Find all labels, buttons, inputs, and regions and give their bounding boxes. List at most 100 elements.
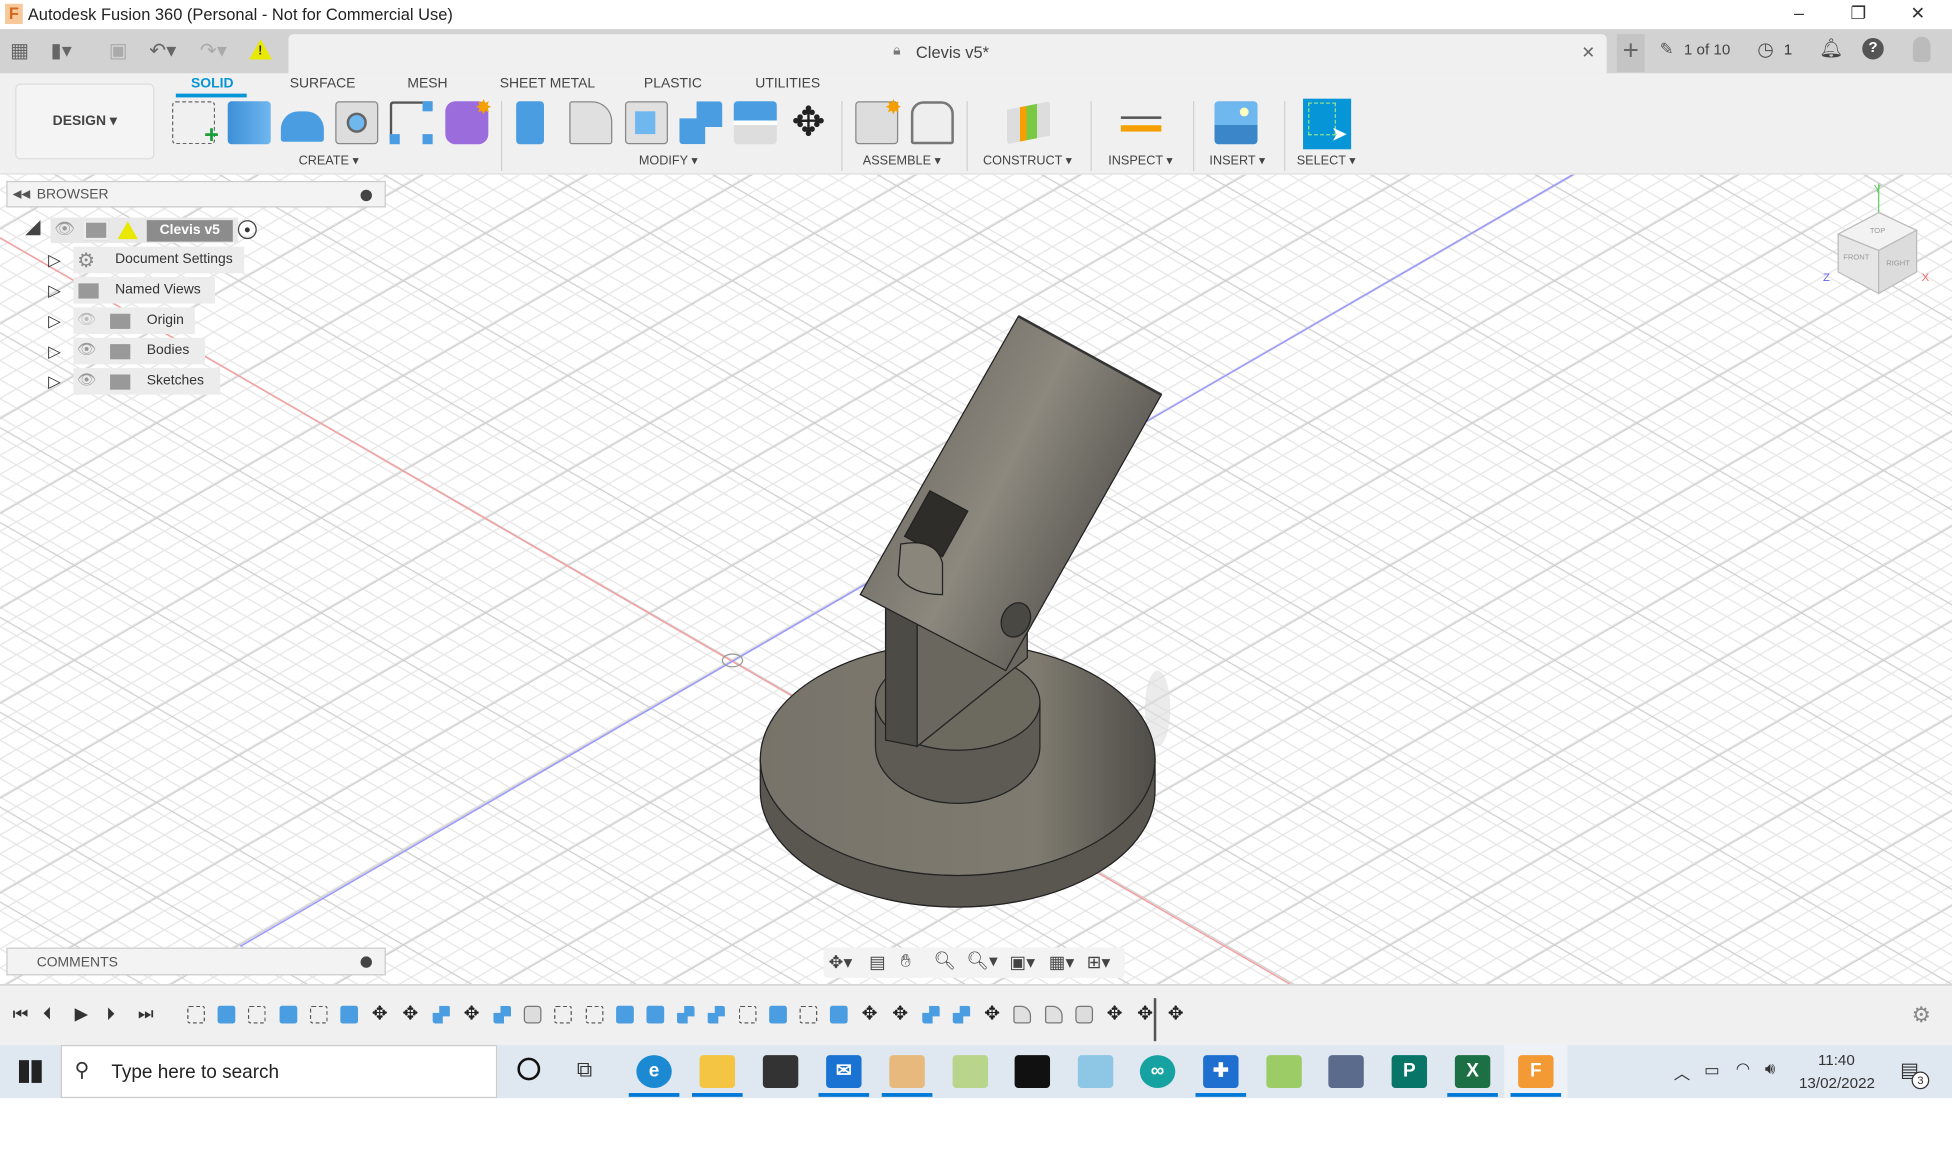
- timeline-sketch-feature[interactable]: [187, 1005, 205, 1024]
- go-to-start-button[interactable]: ⏮: [13, 1003, 29, 1025]
- press-pull-icon[interactable]: [516, 101, 544, 145]
- tree-item-sketches[interactable]: ▷ 👁︎ Sketches: [0, 368, 253, 396]
- add-comment-icon[interactable]: [360, 956, 372, 968]
- play-button[interactable]: ▶: [75, 1003, 89, 1025]
- grid-settings-icon[interactable]: ▦▾: [1049, 951, 1075, 973]
- 3d-viewport[interactable]: TOP FRONT RIGHT Y X Z ◀◀ BROWSER 👁︎ Clev…: [0, 174, 1952, 985]
- tab-plastic[interactable]: PLASTIC: [644, 76, 702, 91]
- tab-mesh[interactable]: MESH: [407, 76, 447, 91]
- insert-image-icon[interactable]: [1214, 101, 1258, 145]
- timeline-sketch-feature[interactable]: [799, 1005, 818, 1024]
- help-icon[interactable]: ?: [1862, 37, 1884, 60]
- file-explorer-icon[interactable]: [699, 1055, 736, 1088]
- timeline-sketch-feature[interactable]: [585, 1005, 603, 1024]
- visibility-eye-icon[interactable]: 👁︎: [54, 219, 75, 239]
- timeline-combine-feature[interactable]: [707, 1005, 726, 1024]
- comments-panel-header[interactable]: COMMENTS: [6, 947, 386, 976]
- workspace-dropdown[interactable]: DESIGN ▾: [15, 83, 155, 160]
- zoom-icon[interactable]: 🔍︎: [934, 950, 956, 972]
- select-group-label[interactable]: SELECT ▾: [1297, 154, 1356, 168]
- clock-icon[interactable]: ◷: [1757, 38, 1774, 61]
- fusion-360-taskbar-icon[interactable]: F: [1518, 1055, 1554, 1088]
- timeline-fillet-feature[interactable]: [1013, 1005, 1032, 1024]
- terminal-icon[interactable]: [1014, 1055, 1051, 1088]
- timeline-hole-feature[interactable]: [523, 1005, 542, 1024]
- timeline-extrude-feature[interactable]: [279, 1005, 297, 1024]
- timeline-move-feature[interactable]: ✥: [1167, 1004, 1185, 1024]
- taskbar-search-box[interactable]: ⚲ Type here to search: [60, 1044, 498, 1099]
- battery-icon[interactable]: ▭: [1704, 1060, 1720, 1080]
- mail-icon[interactable]: ✉: [826, 1055, 862, 1088]
- clock-time[interactable]: 11:40: [1818, 1051, 1855, 1069]
- collapse-arrow-icon[interactable]: [25, 220, 41, 236]
- wifi-icon[interactable]: ◠: [1736, 1059, 1750, 1079]
- root-component-name[interactable]: Clevis v5: [146, 220, 233, 242]
- new-component-icon[interactable]: ✸: [855, 97, 902, 145]
- orbit-icon[interactable]: ✥▾: [829, 951, 853, 973]
- timeline-extrude-feature[interactable]: [340, 1005, 359, 1024]
- close-window-button[interactable]: ✕: [1893, 3, 1944, 28]
- create-group-label[interactable]: CREATE ▾: [299, 154, 359, 168]
- minimize-button[interactable]: –: [1774, 3, 1825, 28]
- history-count[interactable]: 1: [1784, 40, 1792, 58]
- expand-arrow-icon[interactable]: ▷: [48, 372, 61, 392]
- look-at-icon[interactable]: ▤: [869, 951, 886, 973]
- hole-icon[interactable]: [335, 101, 379, 145]
- display-settings-icon[interactable]: ▣▾: [1010, 951, 1036, 973]
- tree-root[interactable]: 👁︎ Clevis v5 ●: [0, 216, 380, 244]
- joint-icon[interactable]: [910, 101, 954, 145]
- app-icon[interactable]: [1077, 1055, 1114, 1088]
- timeline-sketch-feature[interactable]: [738, 1005, 757, 1024]
- clock-date[interactable]: 13/02/2022: [1799, 1074, 1875, 1092]
- arduino-icon[interactable]: ∞: [1139, 1055, 1176, 1088]
- revolve-icon[interactable]: [280, 111, 324, 142]
- timeline-move-feature[interactable]: ✥: [371, 1004, 389, 1024]
- cortana-icon[interactable]: [517, 1057, 541, 1081]
- task-view-icon[interactable]: ⧉: [577, 1058, 592, 1083]
- assemble-group-label[interactable]: ASSEMBLE ▾: [863, 154, 941, 168]
- split-body-icon[interactable]: [733, 101, 777, 145]
- app-icon[interactable]: [1266, 1055, 1302, 1088]
- combine-icon[interactable]: [679, 101, 723, 145]
- expand-arrow-icon[interactable]: ▷: [48, 342, 61, 362]
- paint-icon[interactable]: [889, 1055, 925, 1088]
- timeline-marker[interactable]: [1153, 998, 1157, 1042]
- timeline-move-feature[interactable]: ✥: [463, 1004, 481, 1024]
- publisher-icon[interactable]: P: [1391, 1055, 1428, 1088]
- tree-item-named-views[interactable]: ▷ Named Views: [0, 277, 253, 305]
- show-hidden-icons[interactable]: ︿: [1674, 1060, 1690, 1084]
- activate-radio-icon[interactable]: ●: [237, 220, 257, 240]
- measure-icon[interactable]: [1120, 116, 1162, 132]
- view-cube-front[interactable]: FRONT: [1843, 252, 1869, 261]
- tree-item-origin[interactable]: ▷ 👁︎ Origin: [0, 307, 253, 335]
- document-tab[interactable]: 🔒︎ Clevis v5* ✕: [288, 34, 1607, 74]
- user-avatar[interactable]: [1912, 36, 1931, 62]
- job-status-icon[interactable]: ✎: [1660, 39, 1674, 59]
- offset-plane-icon[interactable]: [1007, 101, 1051, 145]
- tab-utilities[interactable]: UTILITIES: [755, 76, 820, 91]
- app-icon[interactable]: ✚: [1203, 1055, 1239, 1088]
- calculator-icon[interactable]: [1328, 1055, 1364, 1088]
- tab-surface[interactable]: SURFACE: [290, 76, 356, 91]
- timeline-combine-feature[interactable]: [493, 1005, 512, 1024]
- timeline-move-feature[interactable]: ✥: [891, 1004, 909, 1024]
- fillet-icon[interactable]: [569, 101, 613, 145]
- timeline-sketch-feature[interactable]: [309, 1005, 328, 1024]
- restore-button[interactable]: ❐: [1833, 3, 1884, 28]
- timeline-sketch-feature[interactable]: [554, 1005, 573, 1024]
- inspect-group-label[interactable]: INSPECT ▾: [1108, 154, 1172, 168]
- timeline-fillet-feature[interactable]: [1044, 1005, 1063, 1024]
- timeline-combine-feature[interactable]: [952, 1005, 971, 1024]
- timeline-extrude-feature[interactable]: [768, 1005, 787, 1024]
- viewports-icon[interactable]: ⊞▾: [1087, 951, 1111, 973]
- timeline-move-feature[interactable]: ✥: [1136, 1004, 1154, 1024]
- timeline-extrude-feature[interactable]: [830, 1005, 848, 1024]
- visibility-eye-icon[interactable]: 👁︎: [77, 371, 96, 389]
- modify-group-label[interactable]: MODIFY ▾: [639, 154, 698, 168]
- timeline-sketch-feature[interactable]: [248, 1005, 267, 1024]
- timeline-move-feature[interactable]: ✥: [402, 1004, 420, 1024]
- tab-sheet-metal[interactable]: SHEET METAL: [500, 76, 595, 91]
- app-icon[interactable]: [952, 1055, 989, 1088]
- insert-group-label[interactable]: INSERT ▾: [1209, 154, 1265, 168]
- step-back-button[interactable]: ⏴: [43, 1003, 52, 1025]
